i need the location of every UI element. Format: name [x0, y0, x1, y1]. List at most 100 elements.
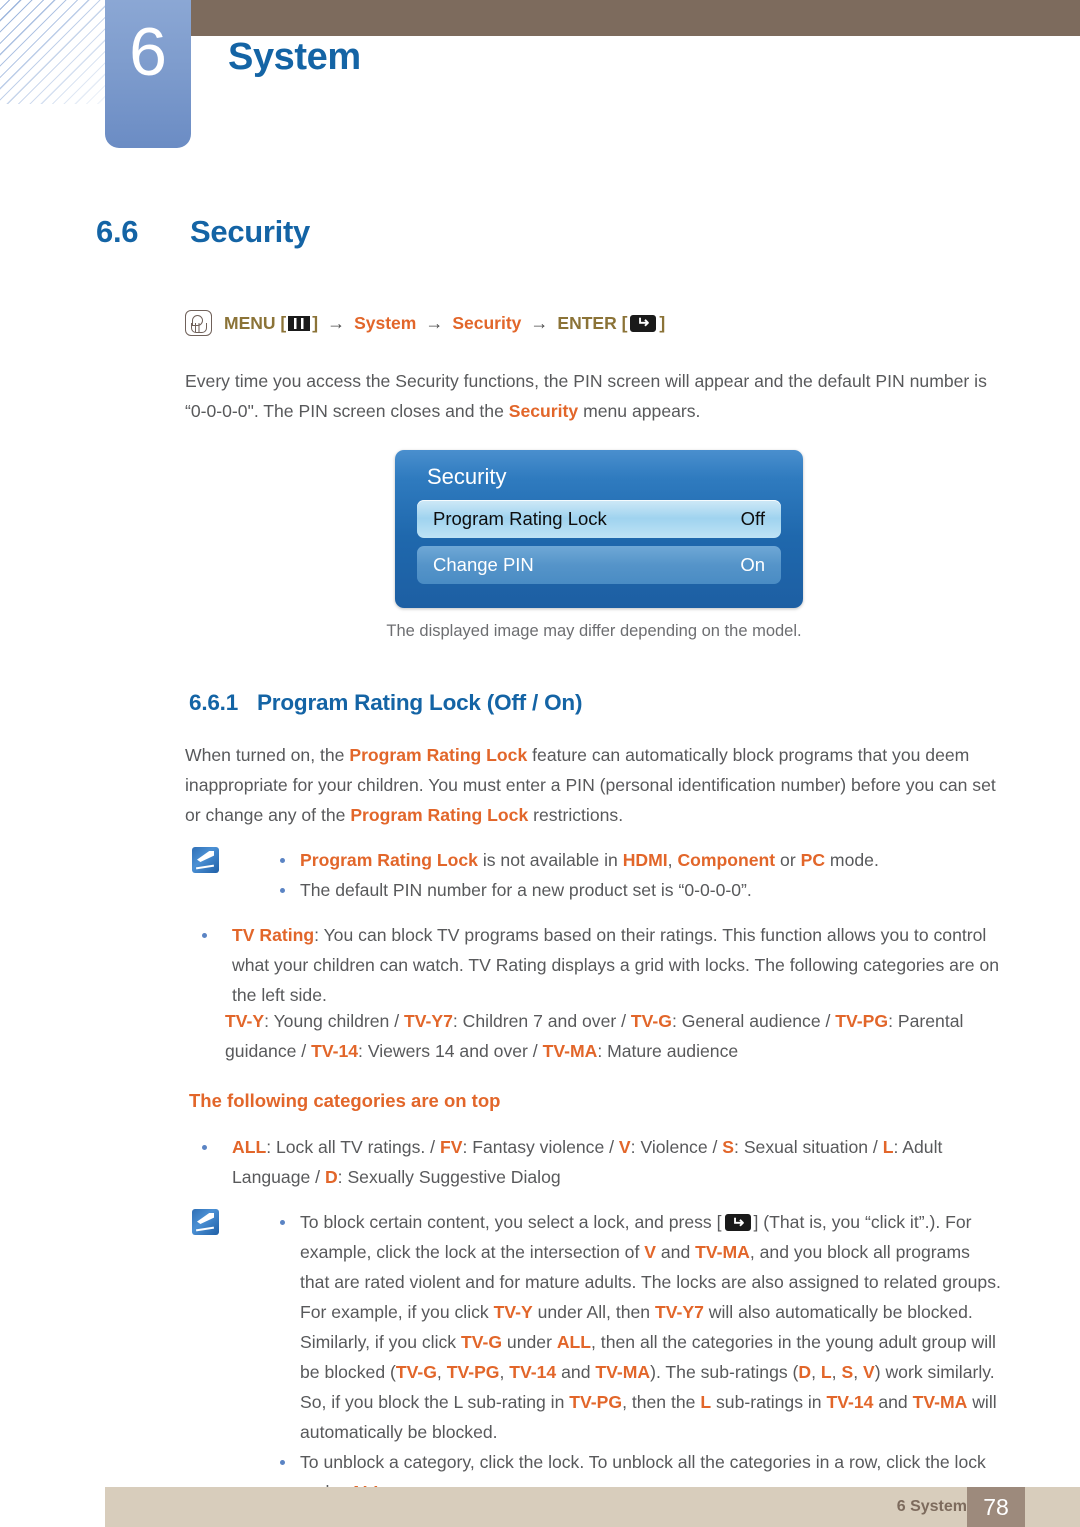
- prl-text-d: restrictions.: [528, 805, 624, 825]
- n2-s13: ,: [811, 1362, 821, 1382]
- note-1-txt-f: mode.: [825, 850, 879, 870]
- n2-s18: sub-ratings in: [711, 1392, 827, 1412]
- note-1-item-1: Program Rating Lock is not available in …: [270, 845, 1004, 875]
- note-1-txt-e: or: [775, 850, 801, 870]
- enter-key-icon: [630, 314, 657, 332]
- n2-k13: S: [841, 1362, 854, 1382]
- rating-code-tv-g: TV-G: [630, 1011, 672, 1031]
- intro-text-b: menu appears.: [578, 401, 701, 421]
- note-pencil-icon: [192, 1209, 219, 1235]
- categories-list: ALL: Lock all TV ratings. / FV: Fantasy …: [192, 1132, 1004, 1192]
- osd-row-change-pin[interactable]: Change PIN On: [417, 546, 781, 584]
- tv-rating-body: : You can block TV programs based on the…: [232, 925, 1000, 1005]
- n2-s9: ,: [436, 1362, 447, 1382]
- prl-keyword-2: Program Rating Lock: [350, 805, 529, 825]
- hand-press-icon: [185, 310, 212, 336]
- n2-k4: TV-Y7: [654, 1302, 704, 1322]
- path-arrow-1: →: [327, 312, 346, 333]
- sep-5: /: [527, 1041, 543, 1061]
- n2-s17: , then the: [622, 1392, 701, 1412]
- program-rating-lock-paragraph: When turned on, the Program Rating Lock …: [185, 740, 1003, 830]
- note-1-kw-prl: Program Rating Lock: [300, 850, 478, 870]
- osd-row-value: Off: [740, 508, 765, 529]
- menu-path-line: MENU [ ] → System → Security → ENTER [ ]: [185, 310, 665, 336]
- rating-desc-tv-14: : Viewers 14 and over: [358, 1041, 528, 1061]
- n2-k6: ALL: [556, 1332, 592, 1352]
- note-block-2: To block certain content, you select a l…: [192, 1207, 1004, 1507]
- note-1-txt-d: ,: [667, 850, 678, 870]
- osd-menu-title: Security: [427, 464, 507, 489]
- osd-row-program-rating-lock[interactable]: Program Rating Lock Off: [417, 500, 781, 538]
- enter-key-icon: [724, 1214, 751, 1231]
- note-block-1: Program Rating Lock is not available in …: [192, 845, 1004, 905]
- page-header: 6 System: [0, 0, 1080, 160]
- tv-rating-list: TV Rating: You can block TV programs bas…: [192, 920, 1004, 1010]
- chapter-number: 6: [129, 14, 167, 90]
- n2-k15: TV-PG: [569, 1392, 623, 1412]
- section-number: 6.6: [96, 214, 139, 249]
- section-title: Security: [190, 214, 310, 249]
- note-1-kw-hdmi: HDMI: [622, 850, 668, 870]
- bracket-open: [: [275, 312, 287, 333]
- tv-rating-term: TV Rating: [232, 925, 315, 945]
- cat-desc-d: : Sexually Suggestive Dialog: [337, 1167, 561, 1187]
- n2-s14: ,: [831, 1362, 842, 1382]
- rating-desc-tv-y7: : Children 7 and over: [452, 1011, 617, 1031]
- prl-keyword-1: Program Rating Lock: [349, 745, 528, 765]
- note-1-item-2: The default PIN number for a new product…: [270, 875, 1004, 905]
- cat-desc-fv: : Fantasy violence: [462, 1137, 605, 1157]
- rating-legend: TV-Y: Young children / TV-Y7: Children 7…: [225, 1006, 1005, 1066]
- intro-paragraph: Every time you access the Security funct…: [185, 366, 1003, 426]
- cat-code-d: D: [324, 1167, 338, 1187]
- section-heading: 6.6 Security: [96, 214, 310, 250]
- cat-sep-1: /: [425, 1137, 440, 1157]
- menu-button-icon: [288, 315, 311, 331]
- categories-item: ALL: Lock all TV ratings. / FV: Fantasy …: [192, 1132, 1004, 1192]
- categories-heading: The following categories are on top: [189, 1090, 501, 1111]
- cat-desc-all: : Lock all TV ratings.: [266, 1137, 426, 1157]
- path-step-system: System: [354, 312, 417, 333]
- sep-4: /: [296, 1041, 312, 1061]
- rating-desc-tv-g: : General audience: [671, 1011, 821, 1031]
- footer-chapter-label: 6 System: [896, 1498, 967, 1515]
- cat-sep-3: /: [707, 1137, 723, 1157]
- sep-2: /: [616, 1011, 631, 1031]
- page-footer: 6 System 78: [105, 1487, 1080, 1527]
- n2-k5: TV-G: [460, 1332, 503, 1352]
- n2-k3: TV-Y: [493, 1302, 533, 1322]
- n2-k9: TV-14: [509, 1362, 557, 1382]
- n2-k7: TV-G: [395, 1362, 437, 1382]
- note-1-kw-component: Component: [677, 850, 776, 870]
- cat-sep-5: /: [310, 1167, 325, 1187]
- rating-desc-tv-y: : Young children: [264, 1011, 390, 1031]
- menu-keyword: MENU: [224, 312, 276, 333]
- cat-code-all: ALL: [232, 1137, 267, 1157]
- enter-keyword: ENTER: [557, 312, 617, 333]
- n2-k17: TV-14: [826, 1392, 874, 1412]
- note-1-list: Program Rating Lock is not available in …: [270, 845, 1004, 905]
- n2-k18: TV-MA: [912, 1392, 968, 1412]
- rating-code-tv-y7: TV-Y7: [404, 1011, 453, 1031]
- subsection-number: 6.6.1: [189, 690, 239, 715]
- cat-desc-v: : Violence: [630, 1137, 708, 1157]
- n2-s11: and: [556, 1362, 596, 1382]
- intro-highlight: Security: [508, 401, 579, 421]
- subsection-heading: 6.6.1 Program Rating Lock (Off / On): [189, 690, 582, 716]
- path-step-security: Security: [452, 312, 522, 333]
- n2-k10: TV-MA: [595, 1362, 651, 1382]
- header-brown-bar: [190, 0, 1080, 36]
- n2-s3: and: [655, 1242, 696, 1262]
- n2-k12: L: [820, 1362, 832, 1382]
- chapter-tab: 6: [105, 0, 191, 148]
- n2-k2: TV-MA: [695, 1242, 750, 1262]
- rating-code-tv-pg: TV-PG: [835, 1011, 889, 1031]
- rating-code-tv-y: TV-Y: [225, 1011, 265, 1031]
- note-1-kw-pc: PC: [800, 850, 826, 870]
- cat-code-v: V: [618, 1137, 631, 1157]
- osd-row-label: Program Rating Lock: [433, 508, 607, 529]
- n2-s1: To block certain content, you select a l…: [300, 1212, 722, 1232]
- n2-s19: and: [873, 1392, 913, 1412]
- osd-security-menu: Security Program Rating Lock Off Change …: [395, 450, 803, 608]
- cat-code-fv: FV: [439, 1137, 463, 1157]
- n2-k1: V: [644, 1242, 656, 1262]
